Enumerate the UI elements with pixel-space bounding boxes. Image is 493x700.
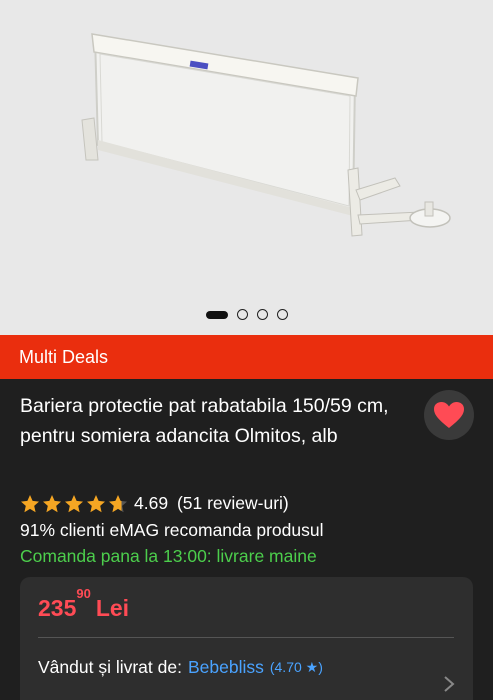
seller-rating: (4.70 ★) [269, 659, 323, 675]
product-page: Multi Deals Bariera protectie pat rabata… [0, 0, 493, 700]
star-icon [109, 494, 127, 512]
seller-name[interactable]: Bebebliss [188, 657, 264, 678]
gallery-dot[interactable] [256, 309, 268, 320]
product-title: Bariera protectie pat rabatabila 150/59 … [20, 395, 389, 447]
gallery-dot[interactable] [236, 309, 248, 320]
product-rating[interactable]: 4.69 (51 review-uri) [20, 493, 293, 514]
price-decimals: 90 [76, 586, 91, 602]
gallery-dot-active[interactable] [205, 310, 228, 319]
multi-deals-banner[interactable]: Multi Deals [0, 335, 493, 379]
product-image [0, 0, 493, 300]
star-icon [87, 494, 105, 512]
favorite-button[interactable] [424, 390, 474, 440]
heart-icon [434, 402, 464, 428]
review-count[interactable]: (51 review-uri) [177, 493, 289, 513]
star-icon [21, 494, 39, 512]
price-currency: Lei [95, 595, 130, 621]
divider [38, 637, 454, 638]
price-integer: 235 [38, 595, 77, 621]
rating-stars [20, 494, 128, 514]
seller-info[interactable]: Vândut și livrat de: Bebebliss (4.70 ★) [38, 657, 323, 678]
product-gallery[interactable] [0, 0, 493, 335]
price: 23590Lei [38, 586, 130, 622]
delivery-info: Comanda pana la 13:00: livrare maine [20, 546, 317, 566]
seller-label: Vândut și livrat de: [38, 657, 182, 677]
gallery-dot[interactable] [276, 309, 288, 320]
rating-value: 4.69 [134, 493, 169, 513]
chevron-right-icon[interactable] [443, 675, 455, 693]
star-icon [43, 494, 61, 512]
recommend-text: 91% clienti eMAG recomanda produsul [20, 520, 324, 540]
offer-card: 23590Lei Vândut și livrat de: Bebebliss … [20, 577, 473, 700]
gallery-pagination [0, 309, 493, 320]
star-icon [65, 494, 83, 512]
